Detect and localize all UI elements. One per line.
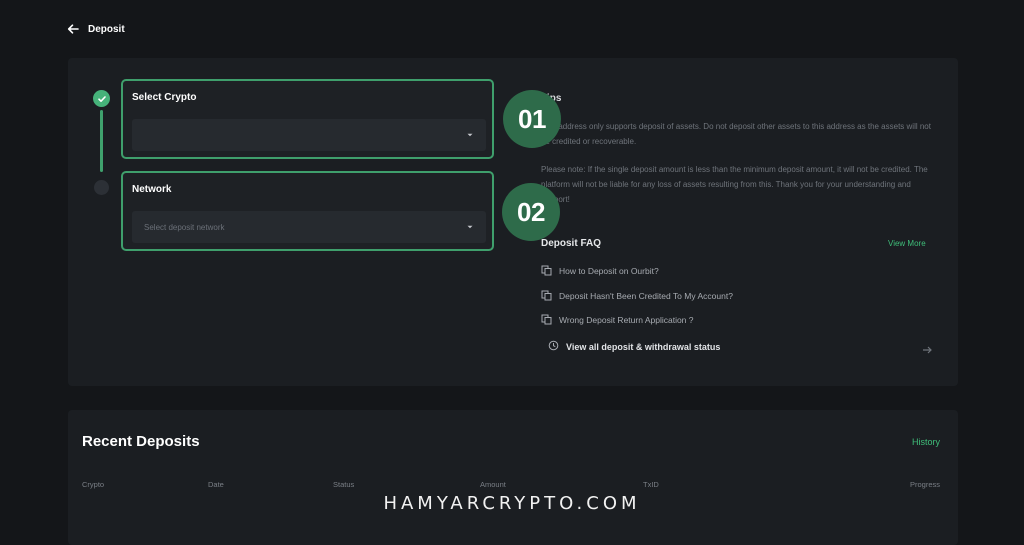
column-header-date: Date — [208, 480, 224, 489]
select-crypto-section: Select Crypto — [121, 79, 494, 159]
column-header-amount: Amount — [480, 480, 506, 489]
page-title: Deposit — [88, 23, 125, 35]
network-label: Network — [132, 184, 172, 195]
faq-item-label: Wrong Deposit Return Application ? — [559, 314, 694, 325]
select-crypto-label: Select Crypto — [132, 92, 197, 103]
faq-item-label: Deposit Hasn't Been Credited To My Accou… — [559, 290, 733, 301]
top-bar: Deposit — [0, 0, 1024, 58]
view-all-status-link[interactable]: View all deposit & withdrawal status — [548, 340, 933, 354]
document-icon — [541, 265, 552, 276]
column-header-txid: TxID — [643, 480, 659, 489]
step-badge-01: 01 — [503, 90, 561, 148]
tips-text-1: This address only supports deposit of as… — [541, 122, 931, 146]
back-arrow-icon[interactable] — [66, 22, 80, 36]
deposit-faq-title: Deposit FAQ — [541, 238, 602, 249]
view-all-status-label: View all deposit & withdrawal status — [566, 342, 721, 352]
crypto-select[interactable] — [132, 119, 486, 151]
stepper-progress-line — [100, 110, 103, 172]
column-header-crypto: Crypto — [82, 480, 105, 489]
step-badge-02: 02 — [502, 183, 560, 241]
step-complete-check-icon — [93, 90, 110, 107]
faq-item[interactable]: Deposit Hasn't Been Credited To My Accou… — [541, 290, 733, 301]
faq-view-more-link[interactable]: View More — [888, 239, 926, 248]
step-pending-dot — [94, 180, 109, 195]
document-icon — [541, 290, 552, 301]
history-link[interactable]: History — [912, 437, 940, 447]
tips-text-2: Please note: If the single deposit amoun… — [541, 165, 928, 204]
network-section: Network Select deposit network — [121, 171, 494, 251]
recent-deposits-panel — [68, 410, 958, 545]
network-select-placeholder: Select deposit network — [144, 222, 225, 232]
chevron-down-icon — [466, 131, 474, 139]
recent-deposits-title: Recent Deposits — [82, 433, 200, 450]
network-select[interactable]: Select deposit network — [132, 211, 486, 243]
document-icon — [541, 314, 552, 325]
column-header-status: Status — [333, 480, 355, 489]
faq-item[interactable]: How to Deposit on Ourbit? — [541, 265, 659, 276]
column-header-progress: Progress — [910, 480, 941, 489]
chevron-down-icon — [466, 223, 474, 231]
arrow-right-icon — [922, 342, 933, 354]
faq-item[interactable]: Wrong Deposit Return Application ? — [541, 314, 694, 325]
clock-history-icon — [548, 338, 559, 356]
watermark-text: HAMYARCRYPTO.COM — [383, 493, 641, 514]
faq-item-label: How to Deposit on Ourbit? — [559, 265, 659, 276]
